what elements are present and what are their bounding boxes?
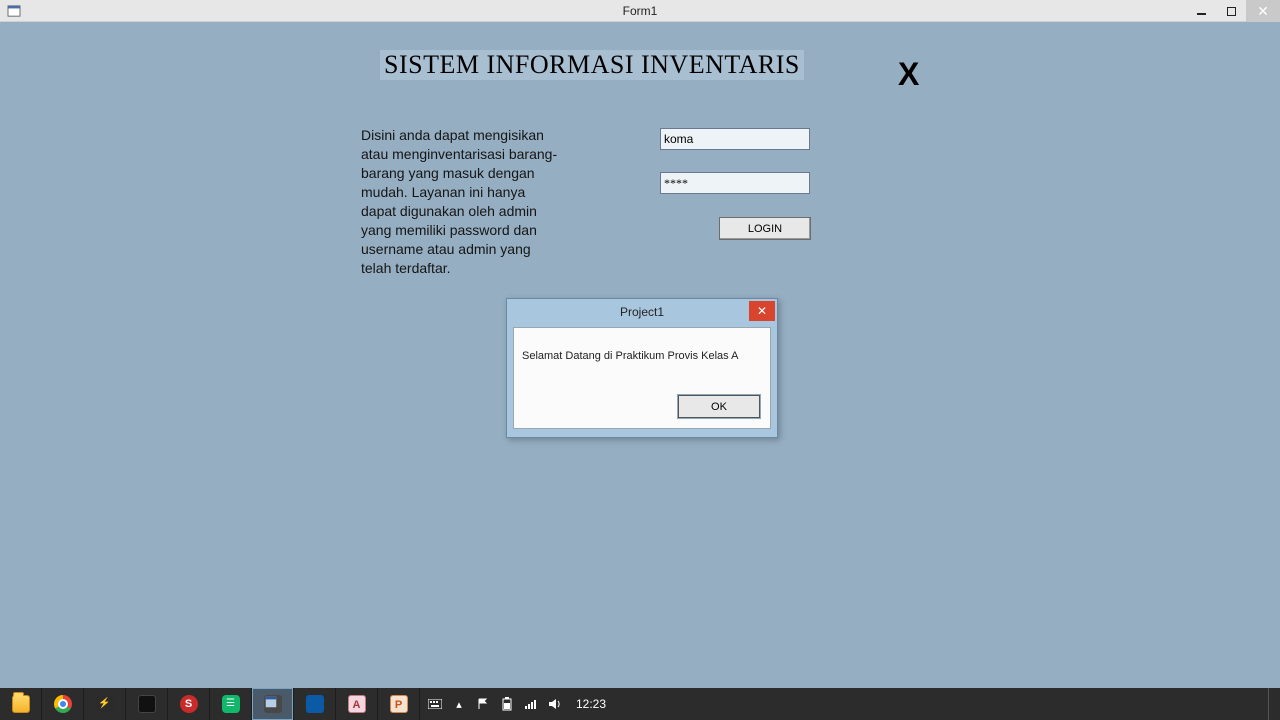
powerpoint-icon: P [390,695,408,713]
taskbar-item-explorer[interactable] [0,688,42,720]
username-input[interactable] [660,128,810,150]
messagebox-title: Project1 ✕ [507,299,777,325]
flag-icon[interactable] [476,697,490,711]
vb6-icon [264,695,282,713]
taskbar: ⚡ S ☰ A P ▴ 12:23 [0,688,1280,720]
keyboard-icon[interactable] [428,697,442,711]
taskbar-item-cmd[interactable] [126,688,168,720]
chrome-icon [54,695,72,713]
messagebox-ok-button[interactable]: OK [678,395,760,418]
show-desktop-button[interactable] [1268,688,1280,720]
taskbar-item-access[interactable]: A [336,688,378,720]
battery-icon[interactable] [500,697,514,711]
winamp-icon: ⚡ [96,695,114,713]
taskbar-item-powerpoint[interactable]: P [378,688,420,720]
taskbar-item-line[interactable]: ☰ [210,688,252,720]
s-icon: S [180,695,198,713]
login-button[interactable]: LOGIN [719,217,811,240]
taskbar-item-s[interactable]: S [168,688,210,720]
system-tray: ▴ 12:23 [420,688,614,720]
form-close-x[interactable]: X [898,56,919,93]
volume-icon[interactable] [548,697,562,711]
restore-button[interactable] [1216,0,1246,22]
messagebox-body: Selamat Datang di Praktikum Provis Kelas… [513,327,771,429]
taskbar-item-chrome[interactable] [42,688,84,720]
wifi-icon[interactable] [524,697,538,711]
folder-icon [12,695,30,713]
password-input[interactable] [660,172,810,194]
access-icon: A [348,695,366,713]
chevron-up-icon[interactable]: ▴ [452,697,466,711]
messagebox: Project1 ✕ Selamat Datang di Praktikum P… [506,298,778,438]
close-button[interactable]: ✕ [1246,0,1280,22]
messagebox-title-text: Project1 [620,305,664,319]
taskbar-apps: ⚡ S ☰ A P [0,688,420,720]
messagebox-close-button[interactable]: ✕ [749,301,775,321]
minimize-button[interactable] [1186,0,1216,22]
taskbar-item-blue[interactable] [294,688,336,720]
form-icon [6,4,22,18]
window-title: Form1 [0,4,1280,18]
taskbar-item-vb6[interactable] [252,688,294,720]
line-icon: ☰ [222,695,240,713]
window-controls: ✕ [1186,0,1280,22]
page-title: SISTEM INFORMASI INVENTARIS [380,50,804,80]
messagebox-message: Selamat Datang di Praktikum Provis Kelas… [522,350,738,362]
tray-clock[interactable]: 12:23 [576,697,606,711]
cmd-icon [138,695,156,713]
form-canvas: SISTEM INFORMASI INVENTARIS X Disini and… [0,22,1280,688]
taskbar-item-winamp[interactable]: ⚡ [84,688,126,720]
blue-icon [306,695,324,713]
window-titlebar: Form1 ✕ [0,0,1280,22]
description-text: Disini anda dapat mengisikan atau mengin… [361,126,561,278]
